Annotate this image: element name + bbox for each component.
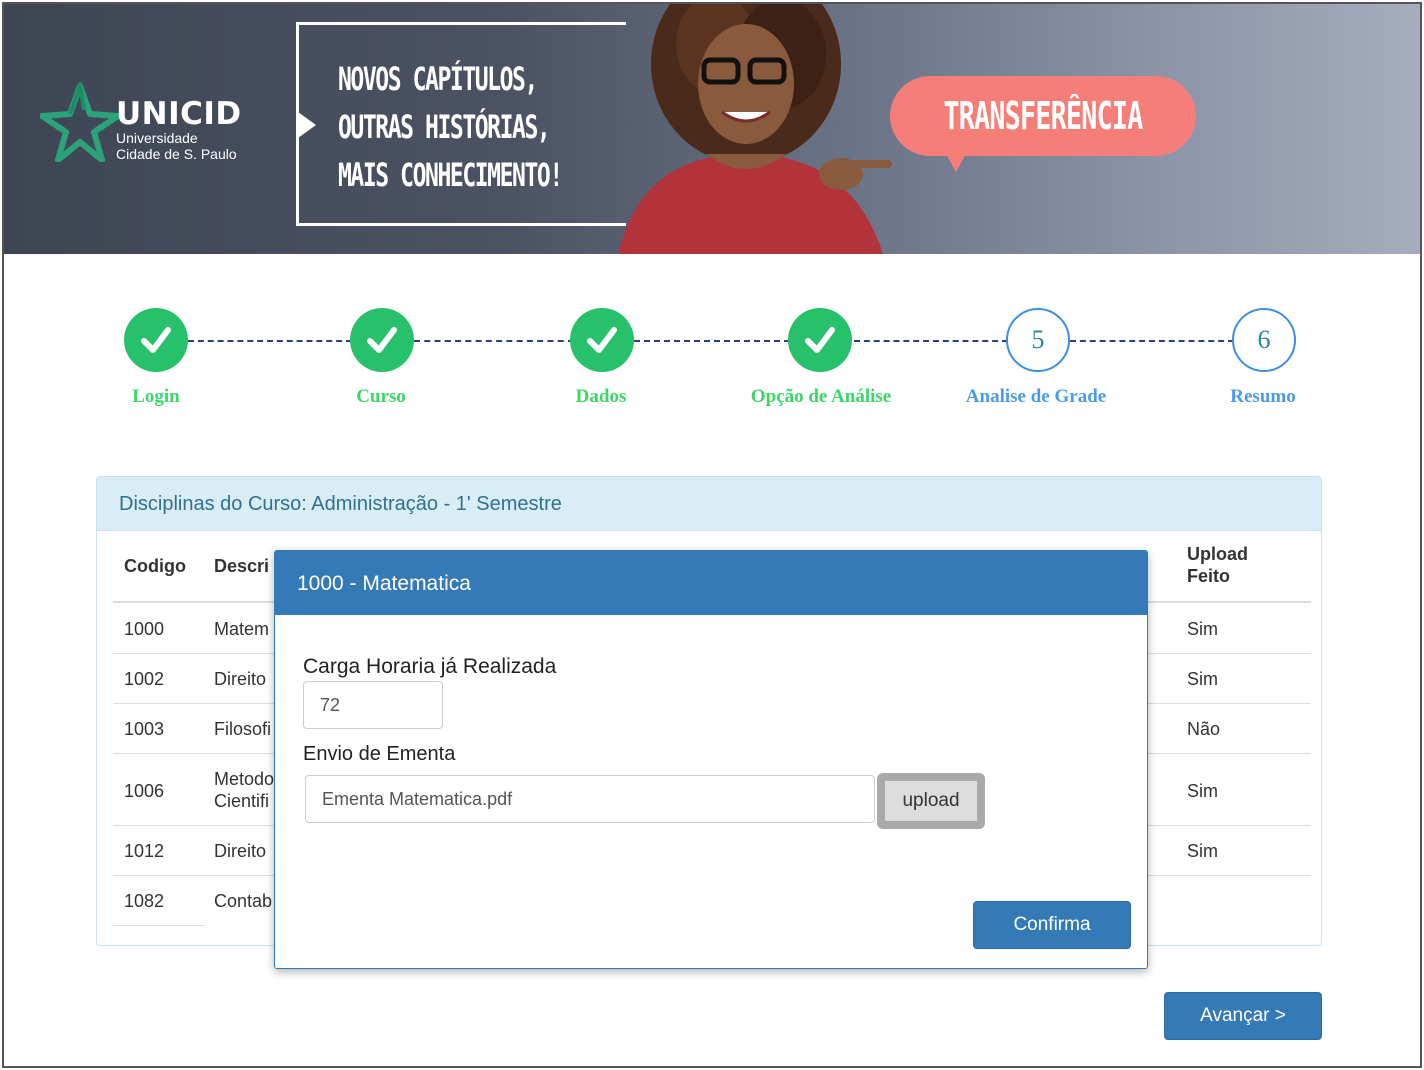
check-icon <box>805 327 835 353</box>
cell-descricao: Direito <box>214 669 267 689</box>
step-connector <box>414 340 574 342</box>
cell-upload: Sim <box>1187 669 1218 689</box>
cell-codigo: 1082 <box>124 891 165 911</box>
carga-horaria-input[interactable] <box>303 681 443 729</box>
header-banner: UNICID Universidade Cidade de S. Paulo N… <box>4 4 1420 254</box>
slogan-line-1: NOVOS CAPÍTULOS, <box>338 60 538 98</box>
transfer-bubble-text: TRANSFERÊNCIA <box>943 94 1143 138</box>
step-connector <box>854 340 1008 342</box>
cell-codigo: 1003 <box>124 719 165 739</box>
cell-codigo: 1006 <box>124 781 165 801</box>
step-dados-circle <box>570 308 634 372</box>
cell-upload: Não <box>1187 719 1221 739</box>
cell-upload: Sim <box>1187 619 1218 639</box>
logo-name: UNICID <box>116 96 242 132</box>
cell-codigo: 1012 <box>124 841 165 861</box>
step-connector <box>188 340 352 342</box>
upload-button[interactable]: upload <box>877 773 985 829</box>
confirm-button[interactable]: Confirma <box>973 901 1131 949</box>
table-row-divider <box>113 925 205 926</box>
column-header-codigo: Codigo <box>124 556 186 576</box>
step-label-dados: Dados <box>575 386 627 407</box>
cell-descricao: Contab <box>214 891 273 911</box>
column-header-upload-1: Upload <box>1187 544 1248 564</box>
cell-descricao: Filosofi <box>214 719 272 739</box>
step-label-resumo: Resumo <box>1230 386 1296 407</box>
next-button[interactable]: Avançar > <box>1164 992 1322 1040</box>
slogan-line-3: MAIS CONHECIMENTO! <box>338 156 563 194</box>
column-header-descricao: Descri <box>214 556 270 576</box>
step-connector <box>634 340 790 342</box>
cell-descricao-line2: Cientifi <box>214 791 270 811</box>
column-header-upload-2: Feito <box>1187 566 1230 586</box>
check-icon <box>141 327 171 353</box>
cell-upload: Sim <box>1187 781 1218 801</box>
modal-header: 1000 - Matematica <box>275 551 1147 615</box>
step-login-circle <box>124 308 188 372</box>
panel-title: Disciplinas do Curso: Administração - 1'… <box>119 493 562 515</box>
slogan-arrow-icon <box>298 112 316 138</box>
cell-descricao: Matem <box>214 619 270 639</box>
transfer-bubble-tail <box>944 150 968 172</box>
cell-upload: Sim <box>1187 841 1218 861</box>
logo-subtitle-2: Cidade de S. Paulo <box>116 146 237 162</box>
cell-codigo: 1002 <box>124 669 165 689</box>
logo-subtitle-1: Universidade <box>116 130 198 146</box>
unicid-logo[interactable]: UNICID Universidade Cidade de S. Paulo <box>40 82 260 172</box>
progress-stepper: 5 6 Login Curso Dados Opção de Análise A… <box>4 304 1420 424</box>
upload-button-label: upload <box>885 781 977 821</box>
modal-title: 1000 - Matematica <box>297 572 471 595</box>
banner-woman-photo <box>618 4 892 254</box>
step-label-analise: Analise de Grade <box>965 386 1107 407</box>
star-logo-icon <box>40 82 120 162</box>
ementa-file-input[interactable] <box>305 775 875 823</box>
cell-descricao: Metodo <box>214 769 275 789</box>
step-label-opcao: Opção de Análise <box>750 386 892 407</box>
page-frame: UNICID Universidade Cidade de S. Paulo N… <box>2 2 1422 1068</box>
discipline-modal: 1000 - Matematica Carga Horaria já Reali… <box>274 550 1148 969</box>
step-label-login: Login <box>132 386 180 407</box>
cell-codigo: 1000 <box>124 619 165 639</box>
check-icon <box>367 327 397 353</box>
step-label-curso: Curso <box>356 386 406 407</box>
check-icon <box>587 327 617 353</box>
cell-descricao: Direito <box>214 841 267 861</box>
panel-heading: Disciplinas do Curso: Administração - 1'… <box>97 477 1321 531</box>
step-analise-circle: 5 <box>1006 308 1070 372</box>
step-opcao-circle <box>788 308 852 372</box>
step-curso-circle <box>350 308 414 372</box>
step-connector <box>1070 340 1234 342</box>
carga-horaria-label: Carga Horaria já Realizada <box>303 655 557 678</box>
slogan-line-2: OUTRAS HISTÓRIAS, <box>338 108 551 146</box>
ementa-label: Envio de Ementa <box>303 743 456 765</box>
step-resumo-circle: 6 <box>1232 308 1296 372</box>
